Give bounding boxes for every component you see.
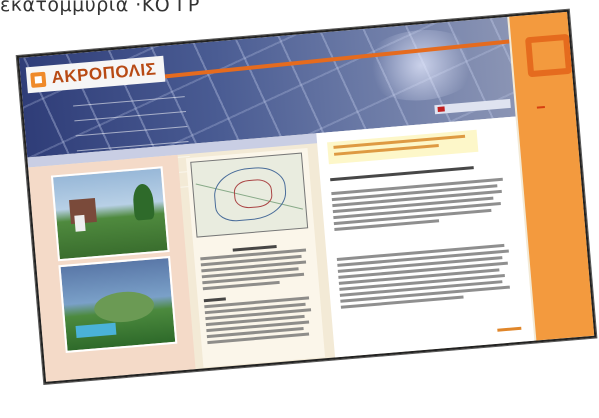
- wall-shape: [74, 214, 86, 232]
- middle-column: [185, 148, 326, 368]
- side-link[interactable]: [536, 106, 545, 109]
- flag-icon[interactable]: [437, 106, 445, 112]
- paragraph-2: [336, 243, 516, 311]
- decorative-square-icon: [524, 33, 573, 78]
- more-link[interactable]: [497, 326, 522, 332]
- tree-shape: [131, 183, 155, 221]
- photo-of-screen: ΑΚΡΟΠΟΛΙΣ: [0, 0, 599, 418]
- highlight-box: [327, 129, 479, 165]
- website-screenshot: ΑΚΡΟΠΟΛΙΣ: [16, 9, 597, 384]
- pool-shape: [75, 322, 117, 339]
- site-map-image[interactable]: [190, 152, 309, 238]
- paragraph-1: [331, 177, 509, 234]
- hill-shape: [92, 289, 156, 325]
- middle-text-block: [200, 242, 318, 347]
- right-content: [316, 116, 535, 358]
- logo-square-icon: [30, 71, 47, 88]
- rendering-image-1[interactable]: [50, 166, 170, 262]
- rendering-image-2[interactable]: [58, 255, 178, 353]
